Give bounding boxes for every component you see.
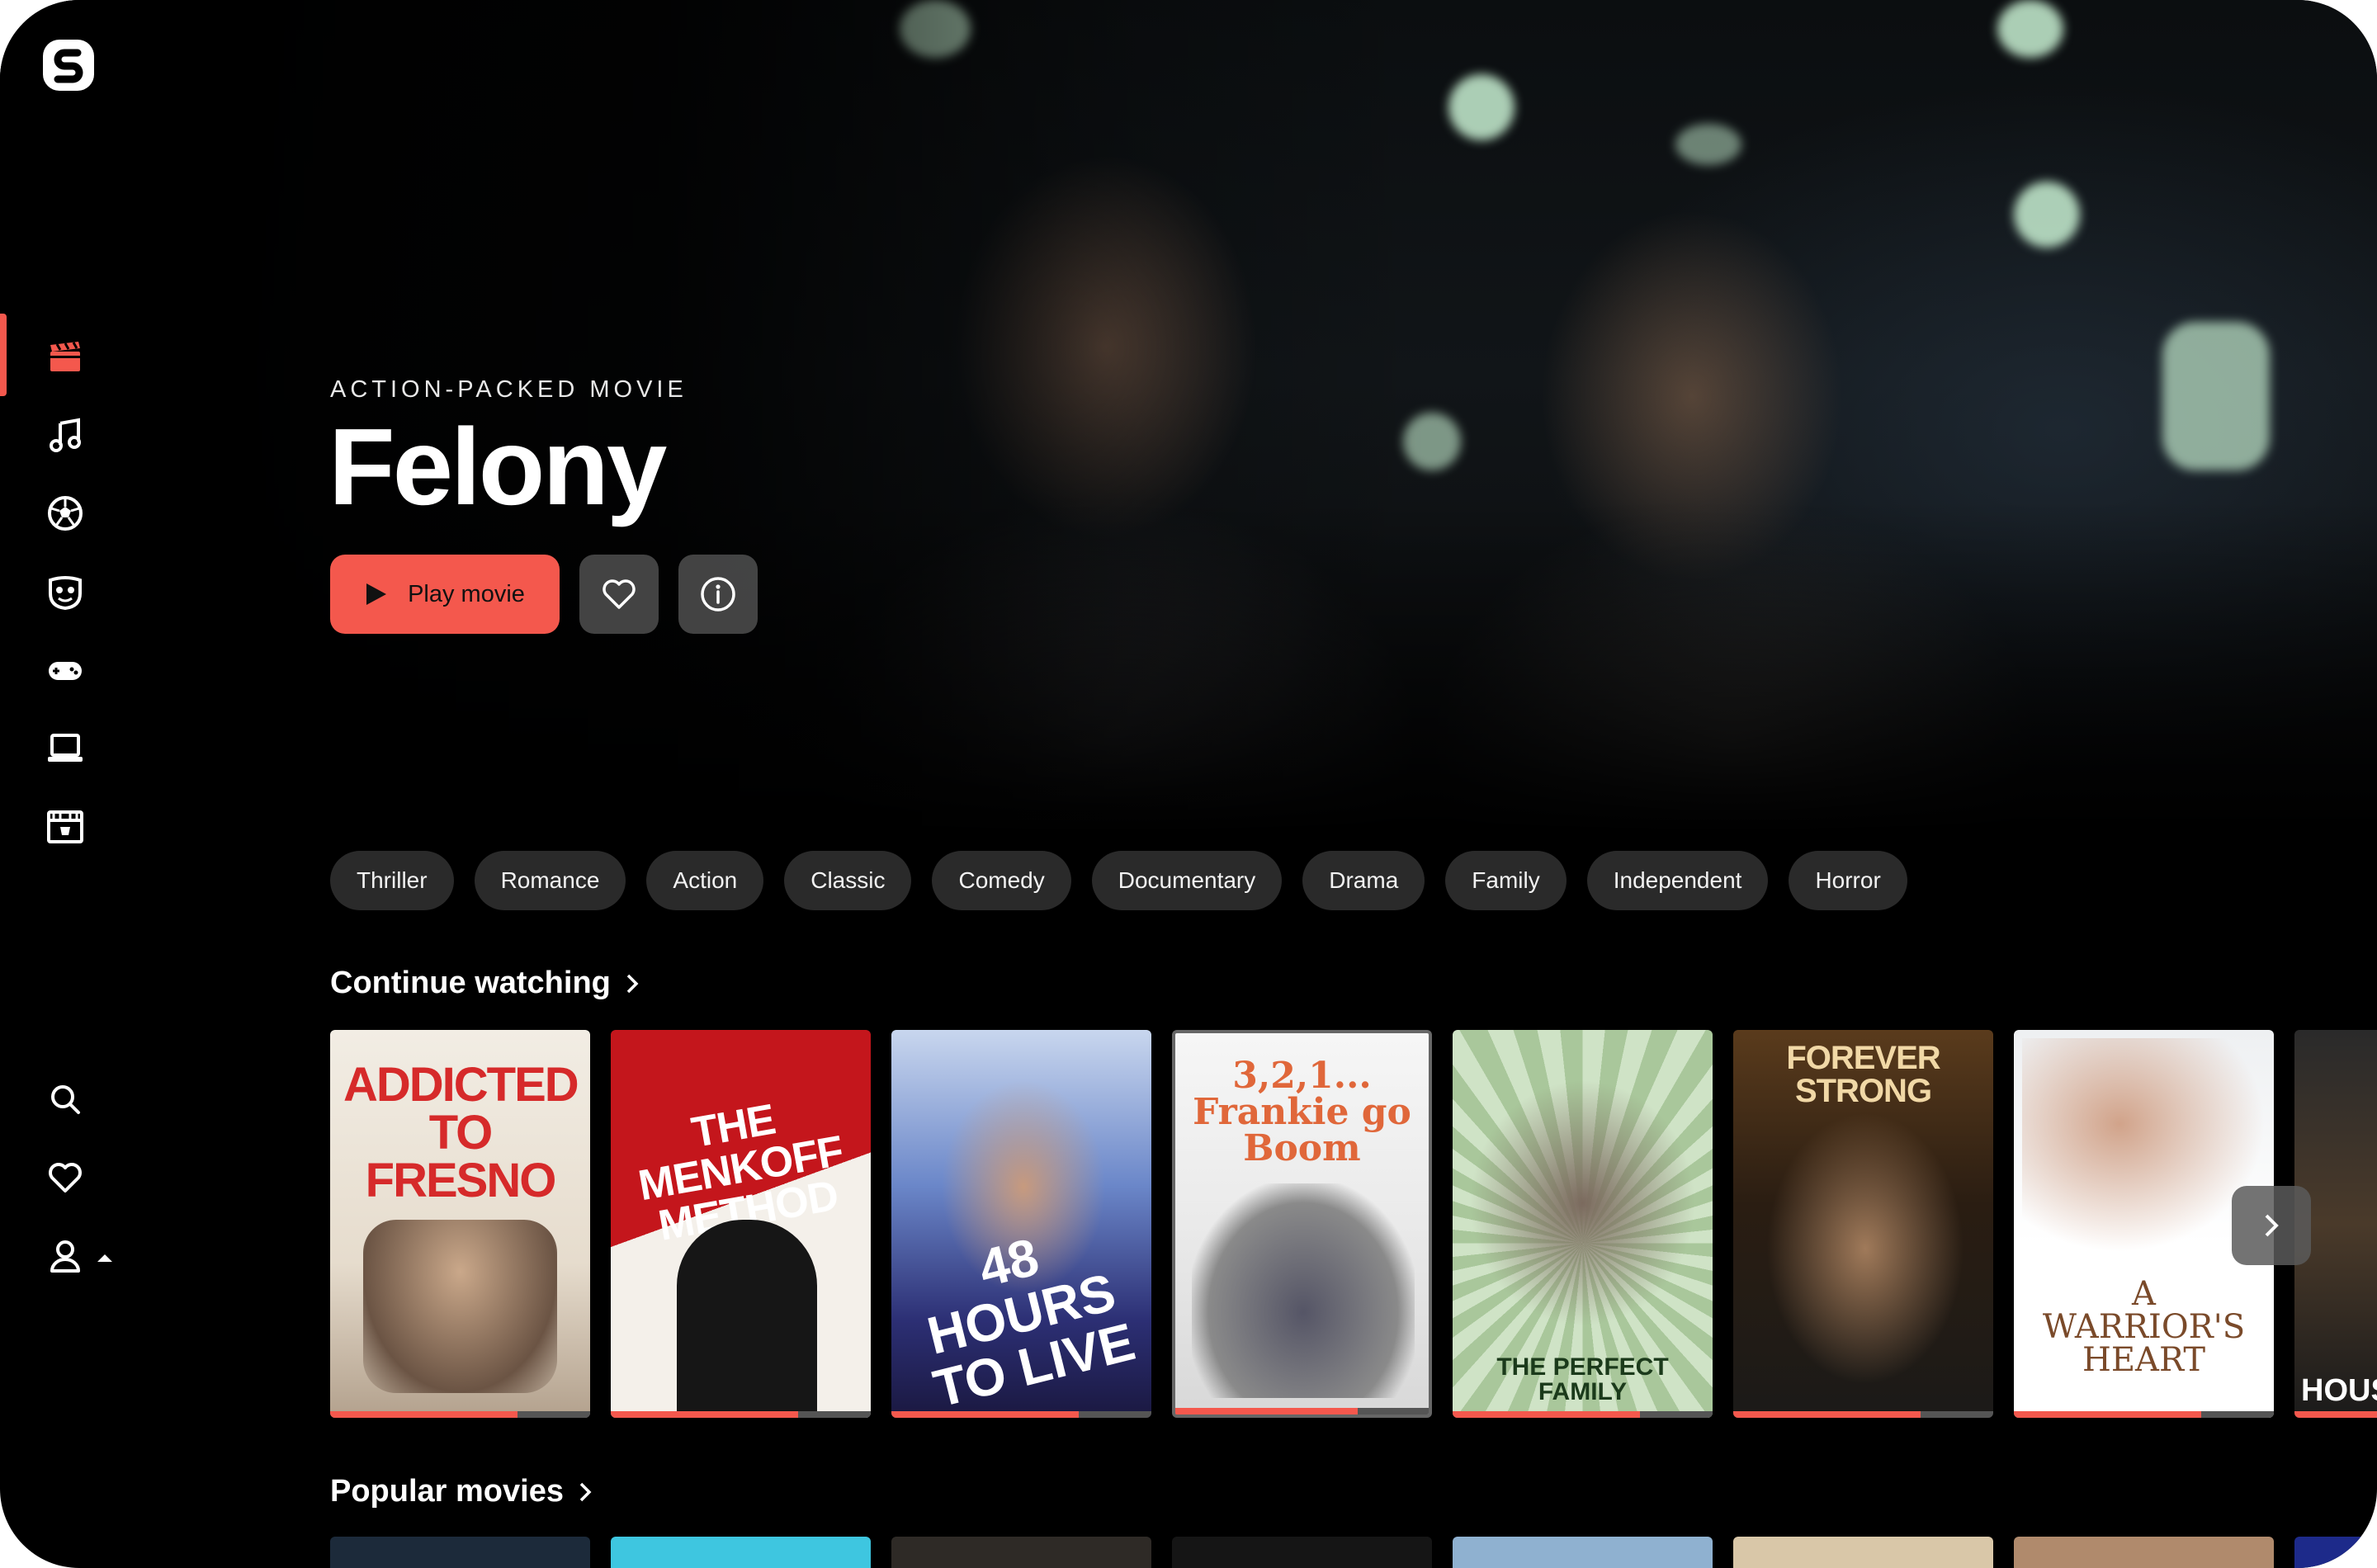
sidebar-item-movies[interactable] (43, 334, 87, 379)
movie-poster[interactable] (2014, 1537, 2274, 1568)
movie-poster[interactable] (1733, 1537, 1993, 1568)
popular-movies-heading[interactable]: Popular movies (330, 1474, 592, 1509)
poster-title: 3,2,1... Frankie go Boom (1193, 1055, 1411, 1169)
caret-up-icon[interactable] (96, 1252, 114, 1268)
bokeh-light (1675, 124, 1741, 165)
hero-title: Felony (328, 406, 667, 527)
movie-poster[interactable] (611, 1537, 871, 1568)
watch-progress (2014, 1411, 2274, 1418)
bokeh-light (1403, 413, 1461, 470)
play-movie-button[interactable]: Play movie (330, 555, 560, 634)
continue-watching-row: ADDICTED TO FRESNO THE MENKOFF METHOD 48… (330, 1030, 2377, 1418)
movie-poster[interactable] (1172, 1537, 1432, 1568)
poster-title: THE PERFECT FAMILY (1496, 1353, 1669, 1405)
popular-movies-row (330, 1537, 2377, 1568)
user-icon (50, 1240, 80, 1273)
watch-progress (1175, 1408, 1429, 1415)
search-icon (51, 1085, 80, 1114)
watch-progress (1453, 1411, 1713, 1418)
poster-art (2022, 1038, 2266, 1253)
continue-watching-heading[interactable]: Continue watching (330, 966, 639, 1001)
music-note-icon (50, 418, 81, 452)
genre-chip[interactable]: Horror (1789, 851, 1907, 910)
clapperboard-icon (50, 342, 80, 371)
chevron-right-icon (2265, 1214, 2279, 1237)
watch-progress (1733, 1411, 1993, 1418)
poster-art (1469, 1079, 1696, 1327)
movie-poster[interactable] (2294, 1537, 2377, 1568)
sidebar-item-tv[interactable] (43, 726, 87, 771)
gamepad-icon (49, 662, 82, 680)
genre-chip[interactable]: Thriller (330, 851, 454, 910)
watch-progress (2294, 1411, 2377, 1418)
genre-chip[interactable]: Family (1445, 851, 1567, 910)
poster-art (677, 1220, 817, 1418)
poster-art (1192, 1183, 1415, 1398)
theater-icon (47, 810, 83, 843)
movie-poster[interactable]: 48 HOURS TO LIVE (891, 1030, 1151, 1418)
soccer-ball-icon (48, 496, 83, 531)
active-nav-indicator (0, 314, 7, 396)
sidebar-item-kids[interactable] (43, 569, 87, 614)
sidebar-item-games[interactable] (43, 648, 87, 692)
chevron-right-icon (579, 1482, 592, 1501)
poster-art (1766, 1112, 1964, 1385)
bokeh-light (900, 0, 971, 58)
sidebar-item-profile[interactable] (43, 1234, 87, 1278)
carousel-next-button[interactable] (2232, 1186, 2311, 1265)
sidebar-item-search[interactable] (43, 1077, 87, 1122)
movie-poster[interactable]: FOREVER STRONG (1733, 1030, 1993, 1418)
poster-art (363, 1220, 557, 1393)
poster-title: ADDICTED TO FRESNO (343, 1058, 579, 1207)
sidebar-item-sports[interactable] (43, 491, 87, 536)
movie-poster[interactable]: 3,2,1... Frankie go Boom (1172, 1030, 1432, 1418)
bokeh-light (1448, 74, 1515, 140)
app-logo[interactable] (40, 36, 97, 94)
poster-title: 48 HOURS TO LIVE (921, 1226, 1141, 1418)
genre-chip[interactable]: Romance (474, 851, 626, 910)
genre-chip[interactable]: Drama (1302, 851, 1425, 910)
section-title-text: Popular movies (330, 1474, 564, 1509)
genre-chip[interactable]: Independent (1586, 851, 1769, 910)
heart-icon (49, 1163, 82, 1193)
genre-chip[interactable]: Documentary (1091, 851, 1283, 910)
movie-poster[interactable]: THE PERFECT FAMILY (1453, 1030, 1713, 1418)
genre-chip[interactable]: Classic (784, 851, 912, 910)
kids-mask-icon (49, 576, 82, 611)
genre-chip[interactable]: Action (646, 851, 764, 910)
sidebar-item-favorites[interactable] (43, 1155, 87, 1200)
laptop-icon (48, 734, 83, 762)
heart-icon (603, 579, 636, 609)
movie-poster[interactable]: THE MENKOFF METHOD (611, 1030, 871, 1418)
poster-title: FOREVER STRONG (1786, 1040, 1940, 1109)
watch-progress (330, 1411, 590, 1418)
poster-title: A WARRIOR'S HEART (2042, 1275, 2246, 1379)
info-button[interactable] (678, 555, 758, 634)
add-favorite-button[interactable] (579, 555, 659, 634)
section-title-text: Continue watching (330, 966, 611, 1000)
info-icon (701, 577, 735, 612)
bokeh-light (2162, 322, 2270, 470)
genre-chip-list: Thriller Romance Action Classic Comedy D… (330, 851, 1907, 910)
watch-progress (891, 1411, 1151, 1418)
movie-poster[interactable] (1453, 1537, 1713, 1568)
hero-kicker: ACTION-PACKED MOVIE (330, 376, 688, 403)
play-icon (366, 583, 387, 605)
sidebar-item-music[interactable] (43, 413, 87, 457)
genre-chip[interactable]: Comedy (932, 851, 1071, 910)
movie-poster[interactable] (891, 1537, 1151, 1568)
play-movie-label: Play movie (408, 580, 525, 607)
bokeh-light (2014, 182, 2080, 248)
watch-progress (611, 1411, 871, 1418)
chevron-right-icon (626, 974, 639, 993)
movie-poster[interactable] (330, 1537, 590, 1568)
sidebar-item-theater[interactable] (43, 805, 87, 849)
poster-title: HOUS (2301, 1373, 2377, 1408)
movie-poster[interactable]: ADDICTED TO FRESNO (330, 1030, 590, 1418)
app-window: ACTION-PACKED MOVIE Felony Play movie Th… (0, 0, 2377, 1568)
bokeh-light (1997, 0, 2063, 58)
